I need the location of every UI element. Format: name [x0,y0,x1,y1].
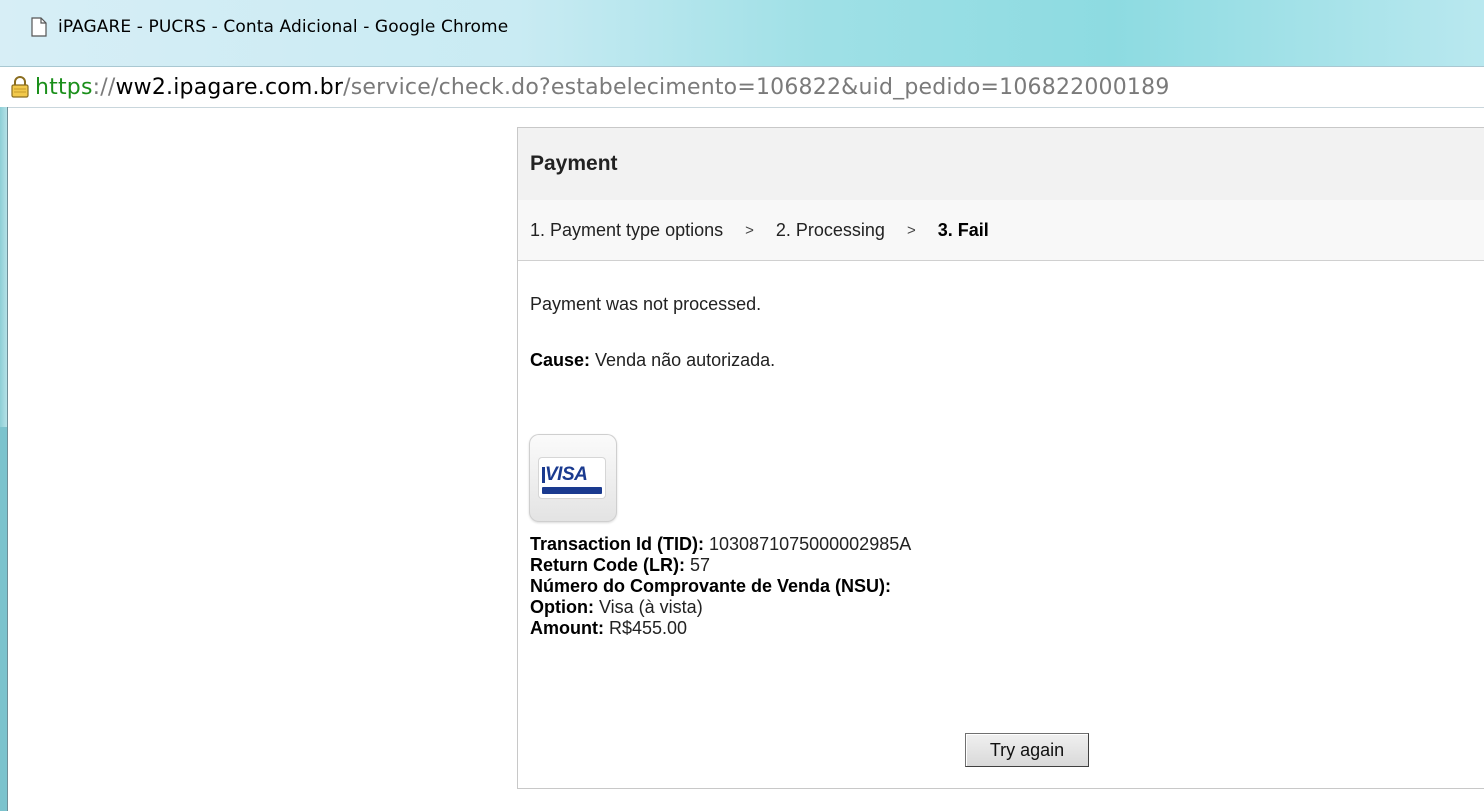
visa-icon: VISA [529,434,617,522]
try-again-button[interactable]: Try again [965,733,1089,767]
address-bar[interactable]: https://ww2.ipagare.com.br/service/check… [0,66,1484,108]
step-separator: > [906,221,916,239]
detail-row-option: Option: Visa (à vista) [530,597,911,618]
panel-header: Payment [518,128,1484,200]
detail-label: Return Code (LR): [530,555,685,575]
visa-logo-text: VISA [545,464,588,485]
step-processing: 2. Processing [775,219,885,240]
step-fail: 3. Fail [937,219,989,240]
detail-value: Visa (à vista) [593,597,703,617]
detail-row-tid: Transaction Id (TID): 103087107500000298… [530,534,911,555]
left-border-accent [0,427,7,811]
visa-card-bar [542,487,602,494]
detail-value: 57 [684,555,711,575]
title-bar: iPAGARE - PUCRS - Conta Adicional - Goog… [0,0,1484,66]
cause-label: Cause: [530,350,591,370]
detail-label: Número do Comprovante de Venda (NSU): [530,576,892,596]
detail-label: Amount: [530,618,604,638]
detail-value: 1030871075000002985A [704,534,912,554]
status-message: Payment was not processed. [530,294,762,314]
step-breadcrumb: 1. Payment type options > 2. Processing … [518,200,1484,261]
visa-card-graphic: VISA [539,458,605,498]
url-host: ww2.ipagare.com.br [115,74,344,100]
page-icon [30,17,48,37]
detail-row-nsu: Número do Comprovante de Venda (NSU): [530,576,911,597]
url-scheme: https [35,74,93,100]
url-path: /service/check.do?estabelecimento=106822… [343,74,1170,100]
step-payment-type-options: 1. Payment type options [530,219,724,240]
cause-line: Cause: Venda não autorizada. [530,350,775,371]
detail-row-return-code: Return Code (LR): 57 [530,555,911,576]
step-separator: > [745,221,754,239]
cause-value: Venda não autorizada. [590,350,776,370]
detail-label: Transaction Id (TID): [530,534,705,554]
page-title: Payment [530,152,618,175]
payment-panel: Payment 1. Payment type options > 2. Pro… [517,127,1484,789]
detail-row-amount: Amount: R$455.00 [530,618,911,639]
transaction-details: Transaction Id (TID): 103087107500000298… [530,534,911,639]
window-title: iPAGARE - PUCRS - Conta Adicional - Goog… [58,17,509,37]
detail-label: Option: [530,597,594,617]
browser-window: iPAGARE - PUCRS - Conta Adicional - Goog… [0,0,1484,811]
detail-value: R$455.00 [603,618,688,638]
url-text[interactable]: https://ww2.ipagare.com.br/service/check… [35,75,1170,100]
lock-icon[interactable] [10,75,30,99]
window-left-border [0,107,8,811]
url-separator: :// [92,74,116,100]
